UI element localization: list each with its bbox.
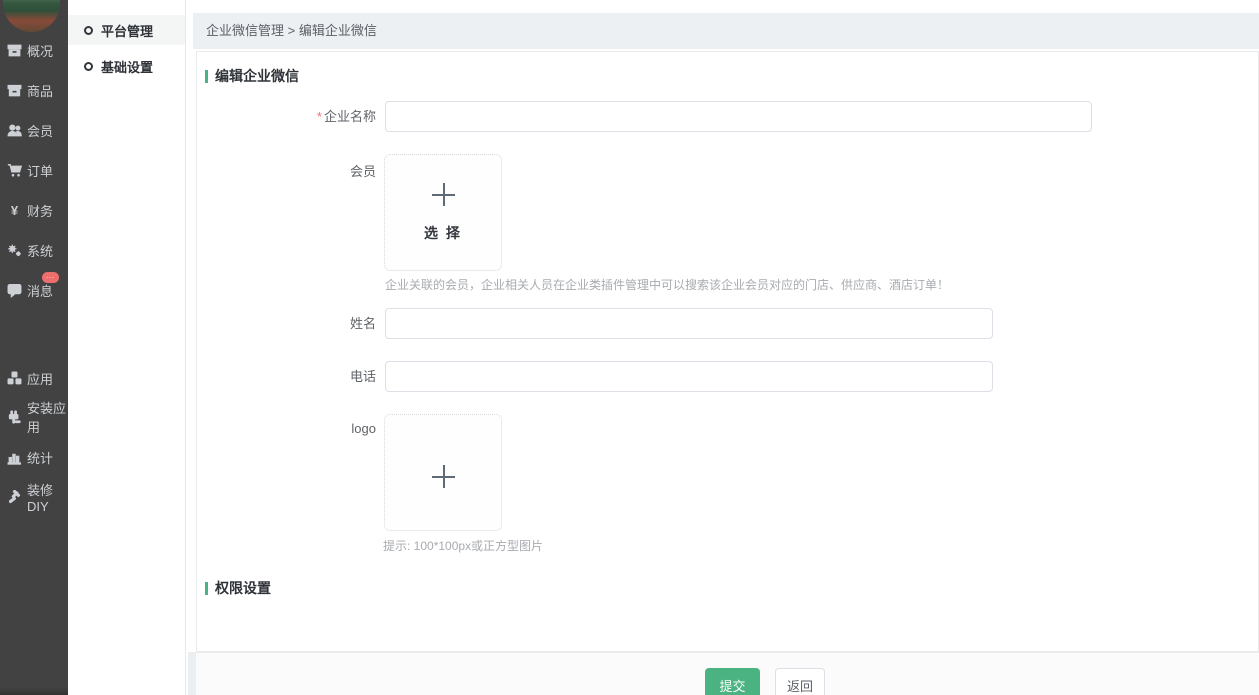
sidebar-item-apps[interactable]: 应用	[0, 368, 68, 388]
sidebar-item-decorate-diy[interactable]: 装修DIY	[0, 487, 68, 507]
footer-bar: 提交 返回	[196, 652, 1259, 695]
member-label: 会员	[206, 161, 376, 180]
back-button[interactable]: 返回	[775, 668, 825, 695]
goods-icon	[7, 83, 22, 98]
section-accent-bar	[205, 582, 208, 595]
submenu-item-label: 基础设置	[101, 57, 153, 76]
member-select-box[interactable]: 选 择	[384, 154, 502, 271]
company-name-input[interactable]	[385, 101, 1092, 132]
avatar[interactable]	[3, 0, 60, 32]
page: 概况 商品 会员 订单 ¥ 财务	[0, 0, 1259, 695]
sidebar-item-label: 财务	[27, 201, 53, 220]
member-help-text: 企业关联的会员，企业相关人员在企业类插件管理中可以搜索该企业会员对应的门店、供应…	[385, 276, 949, 293]
sidebar-item-label: 统计	[27, 448, 53, 467]
sidebar-item-install-apps[interactable]: 安装应用	[0, 407, 68, 427]
sidebar-item-messages[interactable]: 消息	[0, 280, 68, 300]
submenu-item-platform-management[interactable]: 平台管理	[68, 15, 185, 45]
sub-sidebar: 平台管理 基础设置	[68, 0, 186, 695]
name-label: 姓名	[206, 308, 376, 339]
phone-label: 电话	[206, 361, 376, 392]
logo-upload-box[interactable]	[384, 414, 502, 531]
finance-icon: ¥	[7, 203, 22, 218]
statistics-icon	[7, 450, 22, 465]
logo-label: logo	[206, 421, 376, 436]
orders-icon	[7, 163, 22, 178]
circle-icon	[84, 62, 93, 71]
sidebar-item-statistics[interactable]: 统计	[0, 447, 68, 467]
section-header-edit: 编辑企业微信	[205, 66, 299, 86]
phone-input[interactable]	[385, 361, 993, 392]
sidebar-item-label: 系统	[27, 241, 53, 260]
members-icon	[7, 123, 22, 138]
sidebar-item-label: 商品	[27, 81, 53, 100]
content-card: 编辑企业微信 *企业名称 会员 选 择 企业关联的会员，企业相关人员在企业类插件…	[196, 51, 1259, 652]
submit-button[interactable]: 提交	[705, 668, 760, 695]
sidebar-item-members[interactable]: 会员	[0, 120, 68, 140]
section-accent-bar	[205, 70, 208, 83]
sidebar-item-goods[interactable]: 商品	[0, 80, 68, 100]
logo-help-text: 提示: 100*100px或正方型图片	[383, 537, 543, 554]
sidebar-item-label: 安装应用	[27, 398, 68, 436]
breadcrumb: 企业微信管理 > 编辑企业微信	[193, 13, 1259, 49]
section-header-permissions: 权限设置	[205, 578, 271, 598]
sidebar-item-label: 订单	[27, 161, 53, 180]
required-asterisk: *	[317, 109, 322, 124]
sidebar-item-label: 概况	[27, 41, 53, 60]
sidebar-item-overview[interactable]: 概况	[0, 40, 68, 60]
member-choose-label: 选 择	[385, 223, 501, 243]
sidebar-item-label: 应用	[27, 369, 53, 388]
plus-icon	[432, 183, 455, 206]
name-input[interactable]	[385, 308, 993, 339]
sidebar-item-orders[interactable]: 订单	[0, 160, 68, 180]
sidebar-item-label: 消息	[27, 281, 53, 300]
company-name-label: *企业名称	[206, 101, 376, 132]
messages-icon	[7, 283, 22, 298]
decorate-diy-icon	[7, 490, 22, 505]
section-title: 编辑企业微信	[215, 66, 299, 86]
sidebar-item-system[interactable]: 系统	[0, 240, 68, 260]
sidebar-item-label: 会员	[27, 121, 53, 140]
system-icon	[7, 243, 22, 258]
submenu-item-basic-settings[interactable]: 基础设置	[68, 51, 185, 81]
circle-icon	[84, 26, 93, 35]
apps-icon	[7, 371, 22, 386]
sidebar-item-label: 装修DIY	[27, 480, 68, 514]
install-apps-icon	[7, 410, 22, 425]
footer-gutter	[188, 652, 196, 695]
messages-badge: ...	[42, 272, 59, 283]
section-title: 权限设置	[215, 578, 271, 598]
submenu-item-label: 平台管理	[101, 21, 153, 40]
plus-icon	[432, 465, 455, 488]
overview-icon	[7, 43, 22, 58]
sidebar-item-finance[interactable]: ¥ 财务	[0, 200, 68, 220]
main-sidebar: 概况 商品 会员 订单 ¥ 财务	[0, 0, 68, 695]
